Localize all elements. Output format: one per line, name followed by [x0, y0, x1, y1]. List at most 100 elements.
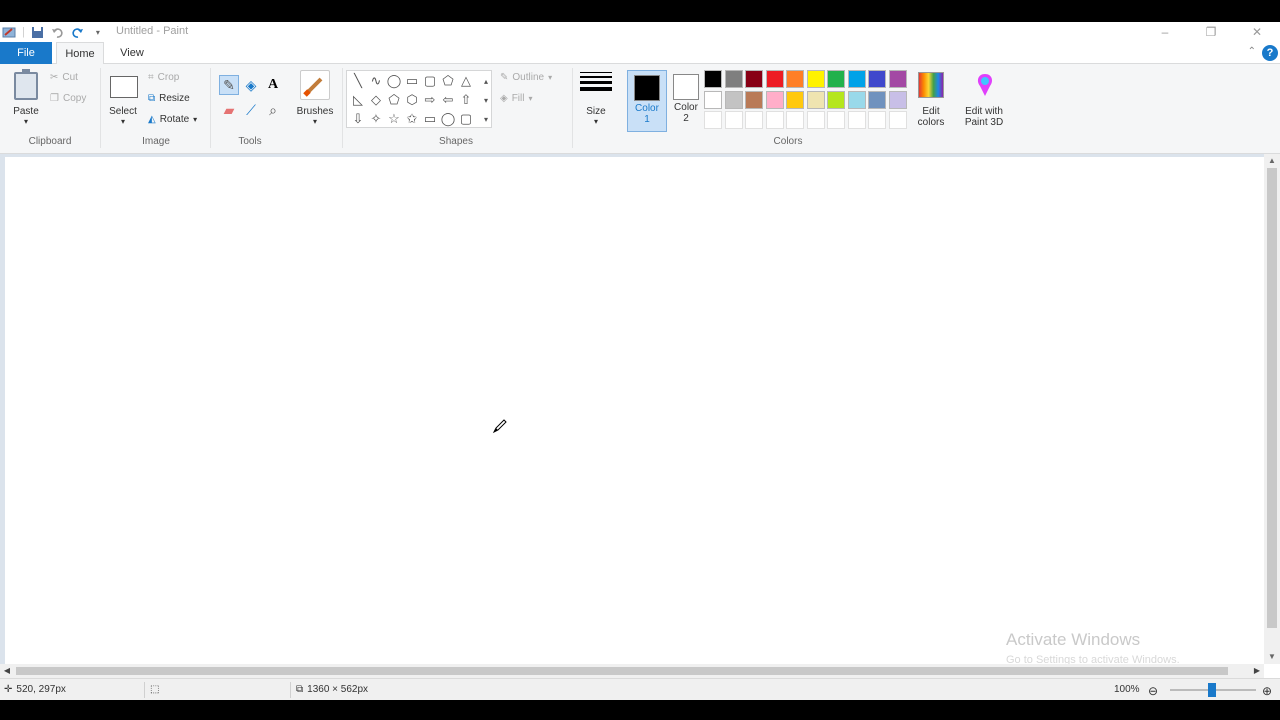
maximize-button[interactable]: ❐	[1188, 22, 1234, 42]
paste-icon[interactable]	[14, 69, 38, 100]
color-picker-tool[interactable]: ⟋	[241, 100, 261, 120]
left-arrow-shape-icon[interactable]: ⇦	[439, 91, 457, 109]
color2-button[interactable]: Color 2	[666, 70, 706, 132]
edit-with-paint3d-button[interactable]: Edit with Paint 3D	[956, 106, 1012, 128]
color1-button[interactable]: Color 1	[627, 70, 667, 132]
zoom-out-button[interactable]: ⊖	[1148, 684, 1158, 698]
palette-swatch[interactable]	[827, 70, 845, 88]
close-button[interactable]: ✕	[1234, 22, 1280, 42]
palette-swatch[interactable]	[806, 111, 825, 129]
six-point-star-shape-icon[interactable]: ✩	[403, 110, 421, 128]
select-dropdown-arrow[interactable]: ▾	[104, 116, 142, 127]
palette-swatch[interactable]	[724, 111, 743, 129]
eraser-tool[interactable]: ▰	[219, 100, 239, 120]
crop-button[interactable]: ⌗ Crop	[148, 72, 179, 83]
down-arrow-shape-icon[interactable]: ⇩	[349, 110, 367, 128]
palette-swatch[interactable]	[888, 70, 907, 88]
palette-swatch[interactable]	[827, 90, 845, 109]
paste-dropdown-arrow[interactable]: ▾	[8, 116, 44, 127]
magnifier-tool[interactable]: ⌕	[263, 100, 283, 120]
horizontal-scrollbar[interactable]: ◀ ▶	[0, 664, 1264, 678]
brushes-dropdown-arrow[interactable]: ▾	[292, 116, 338, 127]
vertical-scrollbar[interactable]: ▲ ▼	[1264, 154, 1280, 664]
minimize-button[interactable]: –	[1142, 22, 1188, 42]
tab-home[interactable]: Home	[56, 42, 104, 65]
vertical-scroll-thumb[interactable]	[1267, 168, 1277, 628]
palette-swatch[interactable]	[847, 111, 866, 129]
oval-shape-icon[interactable]: ◯	[385, 72, 403, 90]
palette-swatch[interactable]	[745, 90, 763, 109]
palette-swatch[interactable]	[868, 111, 886, 129]
scroll-left-icon[interactable]: ◀	[0, 664, 14, 678]
palette-swatch[interactable]	[765, 111, 784, 129]
edit-colors-icon[interactable]	[918, 72, 944, 98]
palette-swatch[interactable]	[827, 111, 845, 129]
cloud-callout-shape-icon[interactable]: ▢	[457, 110, 475, 128]
fill-button[interactable]: ◈ Fill ▾	[500, 93, 533, 104]
palette-swatch[interactable]	[847, 70, 866, 88]
redo-icon[interactable]	[71, 25, 85, 39]
shapes-scroll-up-icon[interactable]: ▴	[477, 72, 495, 90]
tab-view[interactable]: View	[110, 42, 154, 64]
collapse-ribbon-icon[interactable]: ⌃	[1248, 46, 1256, 57]
palette-swatch[interactable]	[704, 111, 722, 129]
hexagon-shape-icon[interactable]: ⬡	[403, 91, 421, 109]
rotate-button[interactable]: ◭ Rotate ▾	[148, 114, 197, 125]
up-arrow-shape-icon[interactable]: ⇧	[457, 91, 475, 109]
pencil-tool[interactable]: ✎	[219, 75, 239, 95]
palette-swatch[interactable]	[704, 90, 722, 109]
save-icon[interactable]	[31, 25, 45, 39]
select-icon[interactable]	[110, 76, 138, 98]
palette-swatch[interactable]	[786, 90, 804, 109]
brushes-icon[interactable]	[300, 70, 330, 100]
rectangle-shape-icon[interactable]: ▭	[403, 72, 421, 90]
cut-button[interactable]: ✂ Cut	[50, 72, 78, 83]
scroll-down-icon[interactable]: ▼	[1264, 650, 1280, 664]
palette-swatch[interactable]	[806, 70, 825, 88]
five-point-star-shape-icon[interactable]: ☆	[385, 110, 403, 128]
scroll-right-icon[interactable]: ▶	[1250, 664, 1264, 678]
pentagon-shape-icon[interactable]: ⬠	[385, 91, 403, 109]
palette-swatch[interactable]	[888, 111, 907, 129]
palette-swatch[interactable]	[868, 90, 886, 109]
palette-swatch[interactable]	[868, 70, 886, 88]
paint3d-icon[interactable]	[974, 72, 996, 98]
palette-swatch[interactable]	[765, 70, 784, 88]
tab-file[interactable]: File	[0, 42, 52, 64]
palette-swatch[interactable]	[724, 90, 743, 109]
palette-swatch[interactable]	[745, 111, 763, 129]
palette-swatch[interactable]	[847, 90, 866, 109]
scroll-up-icon[interactable]: ▲	[1264, 154, 1280, 168]
palette-swatch[interactable]	[765, 90, 784, 109]
zoom-slider-thumb[interactable]	[1208, 683, 1216, 697]
palette-swatch[interactable]	[786, 111, 804, 129]
right-arrow-shape-icon[interactable]: ⇨	[421, 91, 439, 109]
size-icon[interactable]	[580, 72, 612, 98]
shapes-scroll-down-icon[interactable]: ▾	[477, 91, 495, 109]
help-icon[interactable]: ?	[1262, 45, 1278, 61]
copy-button[interactable]: ❐ Copy	[50, 93, 86, 104]
polygon-shape-icon[interactable]: ⬠	[439, 72, 457, 90]
horizontal-scroll-thumb[interactable]	[16, 667, 1228, 675]
rounded-rectangle-shape-icon[interactable]: ▢	[421, 72, 439, 90]
size-dropdown-arrow[interactable]: ▾	[576, 116, 616, 127]
right-triangle-shape-icon[interactable]: ◺	[349, 91, 367, 109]
oval-callout-shape-icon[interactable]: ◯	[439, 110, 457, 128]
edit-colors-button[interactable]: Edit colors	[908, 106, 954, 128]
diamond-shape-icon[interactable]: ◇	[367, 91, 385, 109]
palette-swatch[interactable]	[704, 70, 722, 88]
resize-button[interactable]: ⧉ Resize	[148, 93, 190, 104]
undo-icon[interactable]	[51, 25, 65, 39]
rectangle-callout-shape-icon[interactable]: ▭	[421, 110, 439, 128]
palette-swatch[interactable]	[724, 70, 743, 88]
shapes-expand-icon[interactable]: ▾	[477, 110, 495, 128]
customize-qat-icon[interactable]: ▾	[91, 25, 105, 39]
palette-swatch[interactable]	[888, 90, 907, 109]
palette-swatch[interactable]	[786, 70, 804, 88]
fill-tool[interactable]: ◈	[241, 75, 261, 95]
curve-shape-icon[interactable]: ∿	[367, 72, 385, 90]
four-point-star-shape-icon[interactable]: ✧	[367, 110, 385, 128]
drawing-canvas[interactable]	[5, 157, 1264, 664]
outline-button[interactable]: ✎ Outline ▾	[500, 72, 552, 83]
text-tool[interactable]: A	[263, 75, 283, 95]
